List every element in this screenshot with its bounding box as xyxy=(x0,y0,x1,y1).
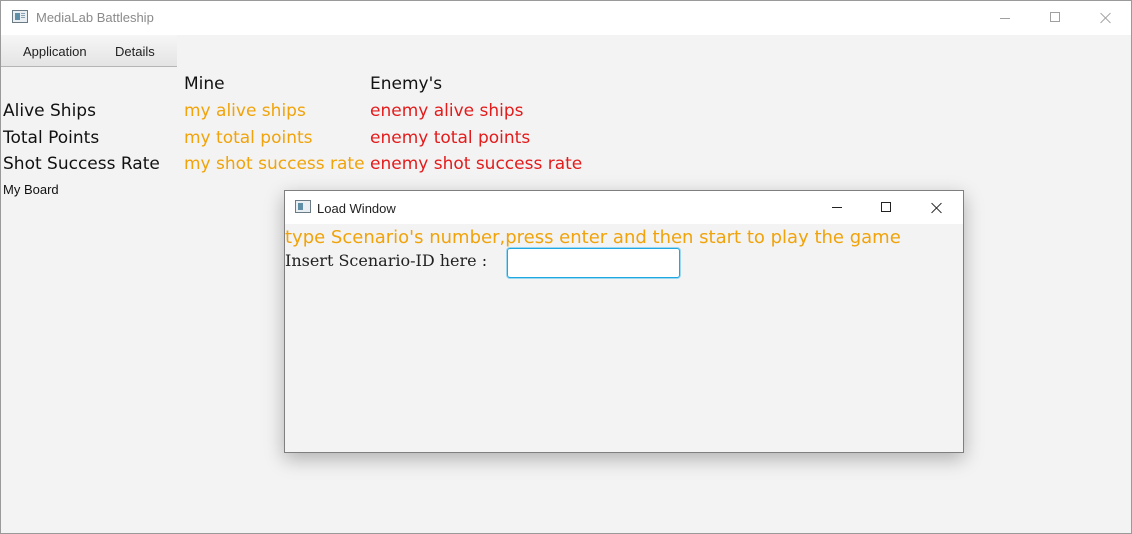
mine-alive-ships: my alive ships xyxy=(184,101,306,121)
title-bar[interactable]: MediaLab Battleship xyxy=(1,1,1131,35)
dialog-minimize-button[interactable] xyxy=(814,191,860,224)
window-title: MediaLab Battleship xyxy=(36,10,154,25)
label-shot-success-rate: Shot Success Rate xyxy=(3,154,160,174)
instruction-text: type Scenario's number,press enter and t… xyxy=(285,227,901,248)
scenario-id-input[interactable] xyxy=(507,248,680,278)
minimize-icon xyxy=(1000,18,1010,19)
header-enemy: Enemy's xyxy=(370,74,443,94)
load-window-dialog: Load Window type Scenario's number,press… xyxy=(284,190,964,453)
menu-bar: Application Details xyxy=(1,35,177,67)
minimize-icon xyxy=(832,207,842,208)
scenario-id-label: Insert Scenario-ID here : xyxy=(285,251,488,270)
app-window-icon xyxy=(12,10,28,23)
mine-shot-success-rate: my shot success rate xyxy=(184,154,365,174)
header-mine: Mine xyxy=(184,74,225,94)
label-alive-ships: Alive Ships xyxy=(3,101,96,121)
maximize-icon xyxy=(881,202,891,212)
maximize-icon xyxy=(1050,12,1060,22)
dialog-title: Load Window xyxy=(317,201,396,216)
menu-details[interactable]: Details xyxy=(115,44,155,59)
enemy-alive-ships: enemy alive ships xyxy=(370,101,524,121)
minimize-button[interactable] xyxy=(982,1,1028,35)
enemy-total-points: enemy total points xyxy=(370,128,531,148)
label-total-points: Total Points xyxy=(3,128,100,148)
dialog-title-bar[interactable]: Load Window xyxy=(285,191,963,224)
dialog-window-icon xyxy=(295,200,311,213)
close-icon xyxy=(1100,12,1112,24)
menu-application[interactable]: Application xyxy=(23,44,87,59)
close-button[interactable] xyxy=(1083,1,1129,35)
dialog-maximize-button[interactable] xyxy=(863,191,909,224)
enemy-shot-success-rate: enemy shot success rate xyxy=(370,154,583,174)
maximize-button[interactable] xyxy=(1032,1,1078,35)
my-board-label: My Board xyxy=(3,182,59,197)
close-icon xyxy=(931,202,943,214)
dialog-close-button[interactable] xyxy=(914,191,960,224)
mine-total-points: my total points xyxy=(184,128,313,148)
